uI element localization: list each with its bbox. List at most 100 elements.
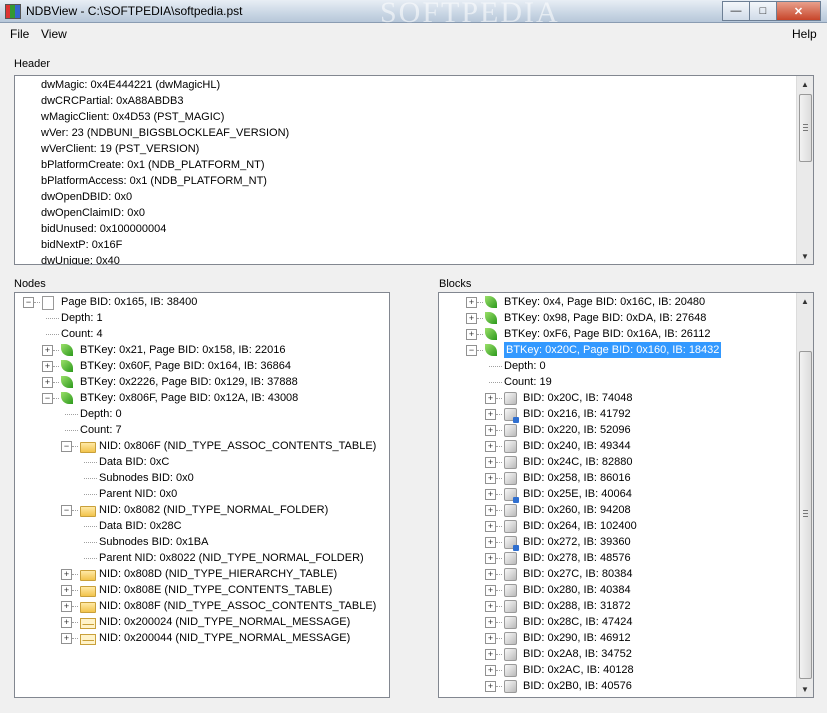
header-field[interactable]: bPlatformCreate: 0x1 (NDB_PLATFORM_NT) bbox=[41, 157, 265, 173]
tree-row[interactable]: Count: 7 bbox=[15, 422, 389, 438]
tree-row[interactable]: + BTKey: 0x60F, Page BID: 0x164, IB: 3686… bbox=[15, 358, 389, 374]
expand-icon[interactable]: + bbox=[466, 313, 477, 324]
collapse-icon[interactable]: − bbox=[61, 505, 72, 516]
tree-item-label[interactable]: BID: 0x240, IB: 49344 bbox=[523, 438, 631, 454]
tree-row[interactable]: Data BID: 0xC bbox=[15, 454, 389, 470]
expand-icon[interactable]: + bbox=[61, 569, 72, 580]
tree-item-label[interactable]: BID: 0x24C, IB: 82880 bbox=[523, 454, 632, 470]
expand-icon[interactable]: + bbox=[466, 329, 477, 340]
tree-item-label[interactable]: NID: 0x808F (NID_TYPE_ASSOC_CONTENTS_TAB… bbox=[99, 598, 376, 614]
tree-row[interactable]: + BID: 0x2B0, IB: 40576 bbox=[439, 678, 813, 694]
expand-icon[interactable]: + bbox=[485, 665, 496, 676]
tree-row[interactable]: Count: 19 bbox=[439, 374, 813, 390]
scroll-thumb[interactable] bbox=[799, 351, 812, 679]
tree-item-label[interactable]: BTKey: 0x60F, Page BID: 0x164, IB: 36864 bbox=[80, 358, 291, 374]
blocks-tree[interactable]: + BTKey: 0x4, Page BID: 0x16C, IB: 20480 +… bbox=[438, 292, 814, 698]
expand-icon[interactable]: + bbox=[466, 297, 477, 308]
expand-icon[interactable]: + bbox=[485, 441, 496, 452]
tree-row[interactable]: + BID: 0x240, IB: 49344 bbox=[439, 438, 813, 454]
tree-row[interactable]: − NID: 0x806F (NID_TYPE_ASSOC_CONTENTS_TA… bbox=[15, 438, 389, 454]
tree-row[interactable]: − NID: 0x8082 (NID_TYPE_NORMAL_FOLDER) bbox=[15, 502, 389, 518]
tree-item-label[interactable]: Subnodes BID: 0x1BA bbox=[99, 534, 208, 550]
tree-row[interactable]: + BID: 0x2A8, IB: 34752 bbox=[439, 646, 813, 662]
tree-item-label[interactable]: BID: 0x2AC, IB: 40128 bbox=[523, 662, 634, 678]
expand-icon[interactable]: + bbox=[485, 537, 496, 548]
header-field[interactable]: bidNextP: 0x16F bbox=[41, 237, 122, 253]
scroll-down-icon[interactable]: ▼ bbox=[797, 248, 813, 264]
tree-row[interactable]: + NID: 0x200044 (NID_TYPE_NORMAL_MESSAGE) bbox=[15, 630, 389, 646]
tree-row[interactable]: + BID: 0x220, IB: 52096 bbox=[439, 422, 813, 438]
tree-row[interactable]: + BID: 0x290, IB: 46912 bbox=[439, 630, 813, 646]
tree-row[interactable]: + BID: 0x260, IB: 94208 bbox=[439, 502, 813, 518]
tree-row[interactable]: + BID: 0x278, IB: 48576 bbox=[439, 550, 813, 566]
scroll-up-icon[interactable]: ▲ bbox=[797, 76, 813, 92]
header-field[interactable]: dwCRCPartial: 0xA88ABDB3 bbox=[41, 93, 183, 109]
tree-item-label[interactable]: Subnodes BID: 0x0 bbox=[99, 470, 194, 486]
expand-icon[interactable]: + bbox=[485, 473, 496, 484]
tree-item-label[interactable]: BID: 0x20C, IB: 74048 bbox=[523, 390, 632, 406]
tree-item-label[interactable]: BTKey: 0x20C, Page BID: 0x160, IB: 18432 bbox=[504, 342, 722, 358]
tree-item-label[interactable]: BID: 0x272, IB: 39360 bbox=[523, 534, 631, 550]
menu-file[interactable]: File bbox=[10, 27, 29, 41]
tree-item-label[interactable]: BID: 0x258, IB: 86016 bbox=[523, 470, 631, 486]
expand-icon[interactable]: + bbox=[485, 649, 496, 660]
tree-item-label[interactable]: BID: 0x260, IB: 94208 bbox=[523, 502, 631, 518]
tree-item-label[interactable]: BTKey: 0x806F, Page BID: 0x12A, IB: 4300… bbox=[80, 390, 298, 406]
tree-item-label[interactable]: BID: 0x2B0, IB: 40576 bbox=[523, 678, 632, 694]
tree-item-label[interactable]: BID: 0x2A8, IB: 34752 bbox=[523, 646, 632, 662]
tree-row[interactable]: − BTKey: 0x806F, Page BID: 0x12A, IB: 430… bbox=[15, 390, 389, 406]
header-field[interactable]: bPlatformAccess: 0x1 (NDB_PLATFORM_NT) bbox=[41, 173, 267, 189]
tree-item-label[interactable]: BTKey: 0x21, Page BID: 0x158, IB: 22016 bbox=[80, 342, 285, 358]
expand-icon[interactable]: + bbox=[485, 569, 496, 580]
tree-item-label[interactable]: Parent NID: 0x8022 (NID_TYPE_NORMAL_FOLD… bbox=[99, 550, 364, 566]
collapse-icon[interactable]: − bbox=[42, 393, 53, 404]
tree-item-label[interactable]: Count: 4 bbox=[61, 326, 103, 342]
tree-row[interactable]: + BID: 0x264, IB: 102400 bbox=[439, 518, 813, 534]
tree-row[interactable]: + BID: 0x288, IB: 31872 bbox=[439, 598, 813, 614]
tree-row[interactable]: Parent NID: 0x0 bbox=[15, 486, 389, 502]
expand-icon[interactable]: + bbox=[42, 345, 53, 356]
tree-row[interactable]: + BTKey: 0x21, Page BID: 0x158, IB: 22016 bbox=[15, 342, 389, 358]
expand-icon[interactable]: + bbox=[485, 617, 496, 628]
tree-item-label[interactable]: Data BID: 0xC bbox=[99, 454, 169, 470]
expand-icon[interactable]: + bbox=[485, 585, 496, 596]
expand-icon[interactable]: + bbox=[485, 601, 496, 612]
expand-icon[interactable]: + bbox=[485, 521, 496, 532]
tree-item-label[interactable]: BTKey: 0x4, Page BID: 0x16C, IB: 20480 bbox=[504, 294, 705, 310]
tree-item-label[interactable]: BID: 0x25E, IB: 40064 bbox=[523, 486, 632, 502]
tree-row[interactable]: + NID: 0x808F (NID_TYPE_ASSOC_CONTENTS_TA… bbox=[15, 598, 389, 614]
tree-item-label[interactable]: Page BID: 0x165, IB: 38400 bbox=[61, 294, 197, 310]
tree-row[interactable]: + BTKey: 0x98, Page BID: 0xDA, IB: 27648 bbox=[439, 310, 813, 326]
menu-view[interactable]: View bbox=[41, 27, 67, 41]
tree-item-label[interactable]: BTKey: 0x98, Page BID: 0xDA, IB: 27648 bbox=[504, 310, 706, 326]
tree-row[interactable]: + NID: 0x808D (NID_TYPE_HIERARCHY_TABLE) bbox=[15, 566, 389, 582]
tree-item-label[interactable]: Depth: 0 bbox=[504, 358, 546, 374]
nodes-tree[interactable]: − Page BID: 0x165, IB: 38400 Depth: 1 Count… bbox=[14, 292, 390, 698]
tree-row[interactable]: + BTKey: 0x4, Page BID: 0x16C, IB: 20480 bbox=[439, 294, 813, 310]
tree-row[interactable]: + BID: 0x2AC, IB: 40128 bbox=[439, 662, 813, 678]
tree-row[interactable]: Depth: 0 bbox=[439, 358, 813, 374]
tree-row[interactable]: + NID: 0x200024 (NID_TYPE_NORMAL_MESSAGE) bbox=[15, 614, 389, 630]
tree-row[interactable]: + BID: 0x280, IB: 40384 bbox=[439, 582, 813, 598]
tree-row[interactable]: + BTKey: 0xF6, Page BID: 0x16A, IB: 26112 bbox=[439, 326, 813, 342]
tree-row[interactable]: Subnodes BID: 0x1BA bbox=[15, 534, 389, 550]
collapse-icon[interactable]: − bbox=[466, 345, 477, 356]
tree-row[interactable]: + BID: 0x24C, IB: 82880 bbox=[439, 454, 813, 470]
tree-item-label[interactable]: BID: 0x290, IB: 46912 bbox=[523, 630, 631, 646]
tree-row[interactable]: + BID: 0x28C, IB: 47424 bbox=[439, 614, 813, 630]
header-field[interactable]: dwUnique: 0x40 bbox=[41, 253, 120, 264]
minimize-button[interactable]: — bbox=[722, 1, 750, 21]
header-field[interactable]: wVerClient: 19 (PST_VERSION) bbox=[41, 141, 199, 157]
tree-row[interactable]: Count: 4 bbox=[15, 326, 389, 342]
tree-item-label[interactable]: BID: 0x288, IB: 31872 bbox=[523, 598, 631, 614]
tree-item-label[interactable]: BID: 0x264, IB: 102400 bbox=[523, 518, 637, 534]
tree-item-label[interactable]: BID: 0x27C, IB: 80384 bbox=[523, 566, 632, 582]
tree-item-label[interactable]: NID: 0x200044 (NID_TYPE_NORMAL_MESSAGE) bbox=[99, 630, 350, 646]
tree-item-label[interactable]: NID: 0x808E (NID_TYPE_CONTENTS_TABLE) bbox=[99, 582, 332, 598]
tree-row[interactable]: + NID: 0x808E (NID_TYPE_CONTENTS_TABLE) bbox=[15, 582, 389, 598]
tree-item-label[interactable]: NID: 0x8082 (NID_TYPE_NORMAL_FOLDER) bbox=[99, 502, 328, 518]
tree-item-label[interactable]: NID: 0x808D (NID_TYPE_HIERARCHY_TABLE) bbox=[99, 566, 337, 582]
expand-icon[interactable]: + bbox=[485, 457, 496, 468]
tree-item-label[interactable]: BID: 0x216, IB: 41792 bbox=[523, 406, 631, 422]
tree-item-label[interactable]: NID: 0x200024 (NID_TYPE_NORMAL_MESSAGE) bbox=[99, 614, 350, 630]
